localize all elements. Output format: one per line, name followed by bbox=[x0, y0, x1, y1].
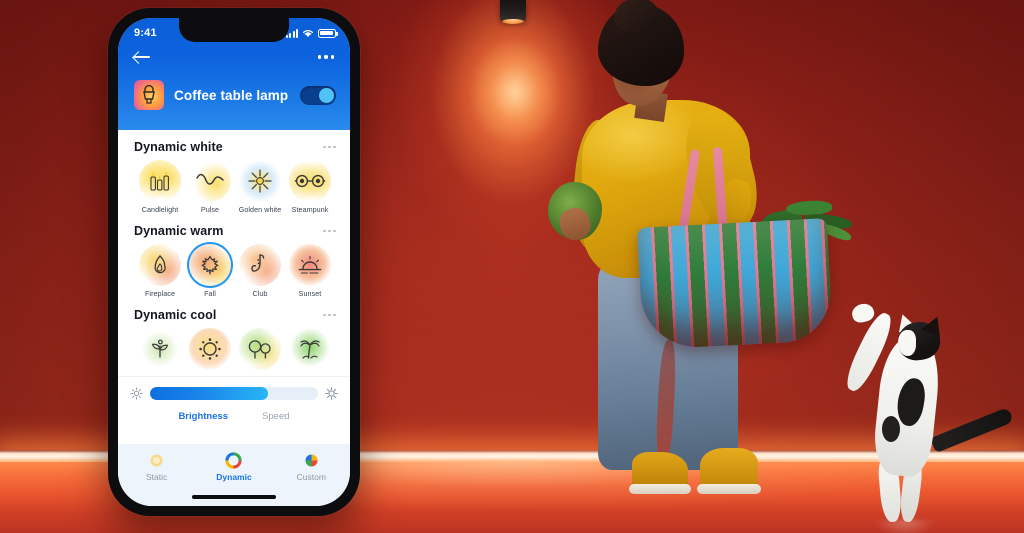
sneaker-left bbox=[629, 452, 691, 494]
photo-scene: 9:41 Coffee table lamp Dynamic white Can… bbox=[0, 0, 1024, 533]
scene-row: Candlelight Pulse Golden white Steampunk bbox=[134, 160, 336, 214]
scene-item-steampunk[interactable]: Steampunk bbox=[286, 160, 334, 214]
sunburst-icon bbox=[239, 160, 281, 202]
nav-item-static[interactable]: Static bbox=[125, 452, 189, 482]
scene-row: Fireplace Fall Club Sunset bbox=[134, 244, 336, 298]
brightness-low-icon bbox=[130, 387, 143, 400]
cat-head-marking bbox=[898, 330, 916, 356]
scene-item-pulse[interactable]: Pulse bbox=[186, 160, 234, 214]
brightness-slider[interactable] bbox=[150, 387, 318, 400]
scene-section-dynamic-cool: Dynamic cool bbox=[118, 298, 350, 373]
scene-section-dynamic-warm: Dynamic warm Fireplace Fall Club Sunset bbox=[118, 214, 350, 298]
home-indicator bbox=[192, 495, 276, 499]
nav-label: Custom bbox=[296, 472, 326, 482]
lamp-thumbnail-icon bbox=[134, 80, 164, 110]
power-toggle[interactable] bbox=[300, 85, 336, 105]
scene-item-sun[interactable] bbox=[186, 328, 234, 373]
scene-item-candlelight[interactable]: Candlelight bbox=[136, 160, 184, 214]
phone-screen: 9:41 Coffee table lamp Dynamic white Can… bbox=[118, 18, 350, 506]
brightness-controls: Brightness Speed bbox=[118, 376, 350, 444]
bag-shading bbox=[636, 218, 834, 350]
nav-item-dynamic[interactable]: Dynamic bbox=[202, 452, 266, 482]
candles-icon bbox=[139, 160, 181, 202]
battery-icon bbox=[318, 28, 338, 38]
status-time: 9:41 bbox=[134, 27, 157, 39]
palm-tree-icon bbox=[289, 328, 331, 370]
scene-label: Sunset bbox=[298, 289, 322, 298]
nav-label: Static bbox=[146, 472, 168, 482]
overflow-menu-icon[interactable] bbox=[323, 313, 336, 317]
cat-floor-reflection bbox=[876, 520, 934, 533]
flame-icon bbox=[139, 244, 181, 286]
scene-label: Club bbox=[252, 289, 268, 298]
overflow-menu-icon[interactable] bbox=[323, 145, 336, 149]
trees-icon bbox=[239, 328, 281, 370]
nav-item-custom[interactable]: Custom bbox=[279, 452, 343, 482]
scene-section-dynamic-white: Dynamic white Candlelight Pulse Golden w… bbox=[118, 130, 350, 214]
brightness-high-icon bbox=[325, 387, 338, 400]
section-title: Dynamic cool bbox=[134, 308, 217, 322]
scene-item-golden-white[interactable]: Golden white bbox=[236, 160, 284, 214]
sunset-icon bbox=[289, 244, 331, 286]
bottom-navigation: Static Dynamic Custom bbox=[118, 444, 350, 506]
section-header: Dynamic cool bbox=[134, 308, 336, 322]
sprout-icon bbox=[139, 328, 181, 370]
scene-label: Pulse bbox=[200, 205, 220, 214]
sneaker-right bbox=[697, 448, 761, 494]
brightness-slider-fill bbox=[150, 387, 268, 400]
nav-label: Dynamic bbox=[216, 472, 252, 482]
static-light-icon bbox=[148, 452, 165, 469]
tab-speed[interactable]: Speed bbox=[262, 411, 289, 422]
scene-item-palm[interactable] bbox=[286, 328, 334, 373]
section-header: Dynamic white bbox=[134, 140, 336, 154]
custom-palette-icon bbox=[303, 452, 320, 469]
cat-figure bbox=[836, 300, 1024, 533]
scene-label: Candlelight bbox=[141, 205, 179, 214]
sun-icon bbox=[189, 328, 231, 370]
wifi-icon bbox=[302, 30, 314, 37]
scene-item-sunset[interactable]: Sunset bbox=[286, 244, 334, 298]
saxophone-icon bbox=[239, 244, 281, 286]
shopping-bag bbox=[636, 145, 853, 350]
cat-tail bbox=[930, 406, 1014, 454]
scene-label: Golden white bbox=[238, 205, 282, 214]
phone-notch bbox=[179, 18, 289, 42]
overflow-menu-icon[interactable] bbox=[323, 229, 336, 233]
slider-row bbox=[130, 387, 338, 400]
scene-item-sprout[interactable] bbox=[136, 328, 184, 373]
section-header: Dynamic warm bbox=[134, 224, 336, 238]
scene-label: Steampunk bbox=[291, 205, 329, 214]
phone-device: 9:41 Coffee table lamp Dynamic white Can… bbox=[108, 8, 360, 516]
wave-icon bbox=[189, 160, 231, 202]
overflow-menu-icon[interactable] bbox=[317, 55, 334, 59]
goggles-icon bbox=[289, 160, 331, 202]
scene-row bbox=[134, 328, 336, 373]
scene-item-fall[interactable]: Fall bbox=[186, 244, 234, 298]
section-title: Dynamic warm bbox=[134, 224, 224, 238]
scene-item-trees[interactable] bbox=[236, 328, 284, 373]
dynamic-color-wheel-icon bbox=[225, 452, 243, 469]
maple-leaf-icon bbox=[189, 244, 231, 286]
scene-label: Fireplace bbox=[144, 289, 175, 298]
tab-brightness[interactable]: Brightness bbox=[178, 411, 228, 422]
scene-label: Fall bbox=[204, 289, 216, 298]
section-title: Dynamic white bbox=[134, 140, 223, 154]
app-nav-row bbox=[118, 44, 350, 70]
scene-item-club[interactable]: Club bbox=[236, 244, 284, 298]
device-name: Coffee table lamp bbox=[174, 87, 289, 103]
cat-paw bbox=[850, 301, 876, 325]
scene-item-fireplace[interactable]: Fireplace bbox=[136, 244, 184, 298]
cat-fur-patch bbox=[882, 416, 900, 442]
back-arrow-icon[interactable] bbox=[134, 50, 152, 64]
device-header-row: Coffee table lamp bbox=[118, 70, 350, 110]
control-tabs: Brightness Speed bbox=[130, 411, 338, 422]
